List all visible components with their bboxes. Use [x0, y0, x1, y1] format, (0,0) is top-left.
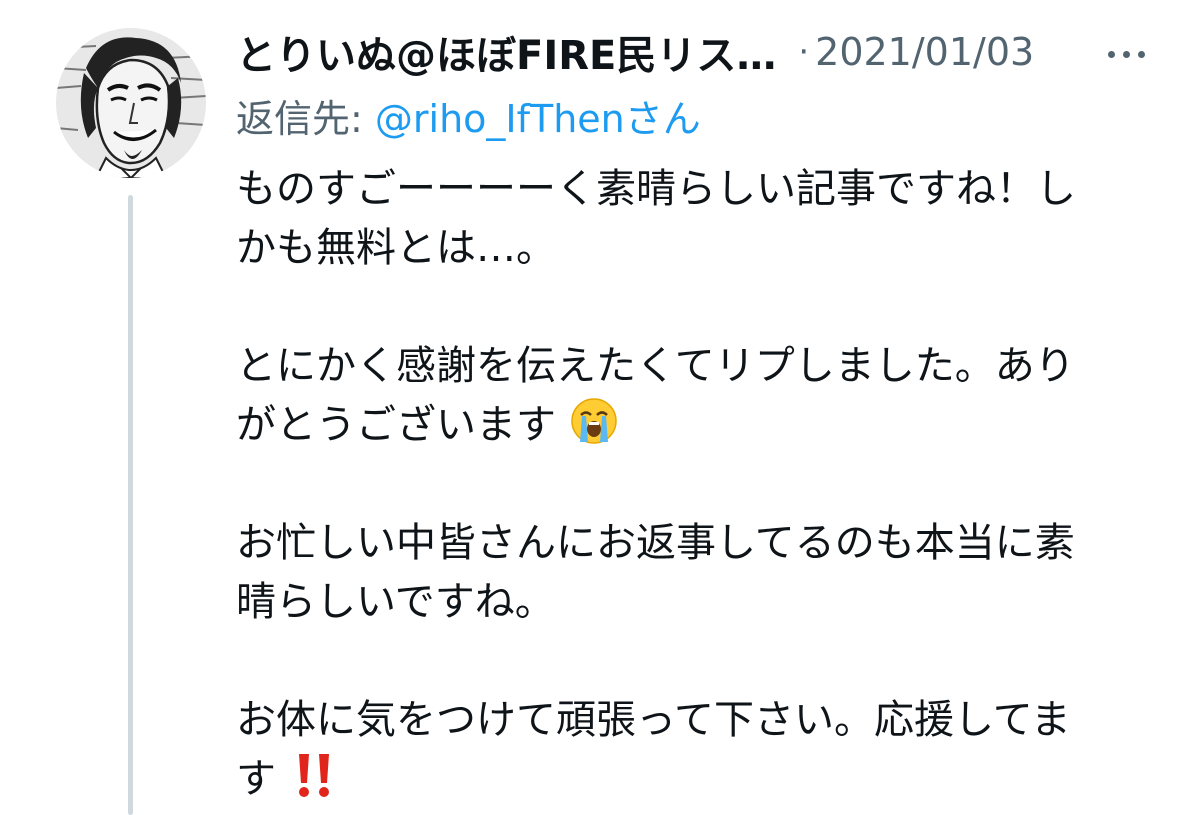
more-dot-icon [1122, 50, 1130, 58]
thread-connector-line [128, 195, 133, 815]
paragraph-line: 晴らしいですね。 [236, 579, 555, 625]
tweet-body: ものすごーーーーく素晴らしい記事ですね！し かも無料とは…。 とにかく感謝を伝え… [236, 160, 1136, 809]
avatar-column [56, 28, 206, 178]
double-exclamation-emoji [298, 754, 329, 797]
timestamp[interactable]: 2021/01/03 [815, 30, 1034, 74]
reply-suffix: さん [624, 97, 701, 141]
reply-prefix: 返信先: [236, 97, 375, 141]
display-name[interactable]: とりいぬ@ほぼFIRE民リス… [236, 23, 776, 81]
paragraph-line: とにかく感謝を伝えたくてリプしました。あり [236, 343, 1075, 389]
avatar[interactable] [56, 28, 206, 178]
paragraph-2: とにかく感謝を伝えたくてリプしました。あり がとうございます [236, 337, 1136, 455]
paragraph-line: がとうございます [236, 402, 556, 448]
paragraph-4: お体に気をつけて頑張って下さい。応援してま す [236, 691, 1136, 809]
loudly-crying-face-emoji [570, 398, 617, 444]
header-separator: · [798, 32, 810, 72]
paragraph-line: ものすごーーーーく素晴らしい記事ですね！し [236, 166, 1076, 212]
paragraph-line: かも無料とは…。 [236, 225, 556, 271]
paragraph-1: ものすごーーーーく素晴らしい記事ですね！し かも無料とは…。 [236, 160, 1136, 278]
more-options-button[interactable] [1096, 34, 1156, 74]
more-dot-icon [1137, 50, 1145, 58]
tweet: とりいぬ@ほぼFIRE民リス… · 2021/01/03 返信先: @riho_… [0, 0, 1200, 815]
reply-handle-link[interactable]: @riho_IfThen [375, 97, 625, 141]
paragraph-line: お忙しい中皆さんにお返事してるのも本当に素 [236, 520, 1075, 566]
tweet-header: とりいぬ@ほぼFIRE民リス… · 2021/01/03 [236, 22, 1176, 82]
paragraph-line: お体に気をつけて頑張って下さい。応援してま [236, 697, 1071, 743]
more-dot-icon [1107, 50, 1115, 58]
paragraph-line: す [236, 756, 276, 802]
reply-context: 返信先: @riho_IfThenさん [236, 88, 701, 141]
paragraph-3: お忙しい中皆さんにお返事してるのも本当に素 晴らしいですね。 [236, 514, 1136, 632]
